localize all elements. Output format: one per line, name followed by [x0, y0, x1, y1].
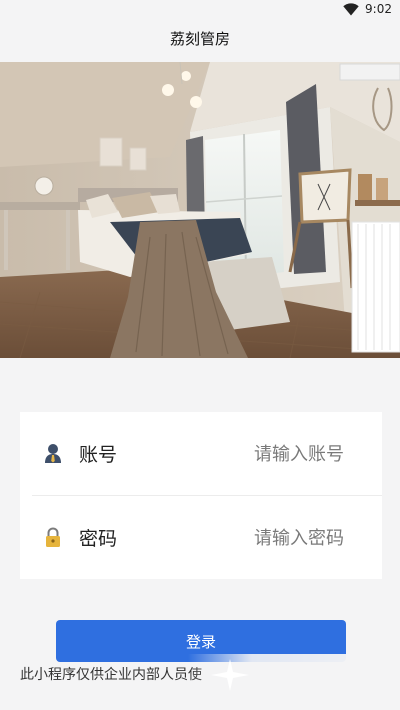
login-screen: 9:02 荔刻管房 账号 请输入账号 密码 登录 此小程序仅供企业内部人员使	[0, 0, 400, 710]
password-input[interactable]	[162, 521, 346, 555]
account-label: 账号	[79, 444, 118, 466]
password-row: 密码	[20, 496, 382, 578]
account-row: 账号	[20, 412, 382, 494]
sparkle-icon	[211, 659, 249, 691]
login-form-card: 账号 密码	[20, 412, 382, 579]
bedroom-photo	[0, 62, 400, 358]
status-right: 9:02	[343, 2, 392, 16]
status-time: 9:02	[365, 2, 392, 16]
wifi-icon	[343, 2, 359, 15]
page-title: 荔刻管房	[169, 30, 230, 48]
usage-notice: 此小程序仅供企业内部人员使	[20, 667, 202, 683]
status-bar: 9:02	[0, 0, 400, 22]
account-input[interactable]	[162, 437, 346, 471]
user-icon	[45, 444, 61, 463]
lock-icon	[46, 527, 60, 547]
password-label: 密码	[79, 528, 118, 550]
